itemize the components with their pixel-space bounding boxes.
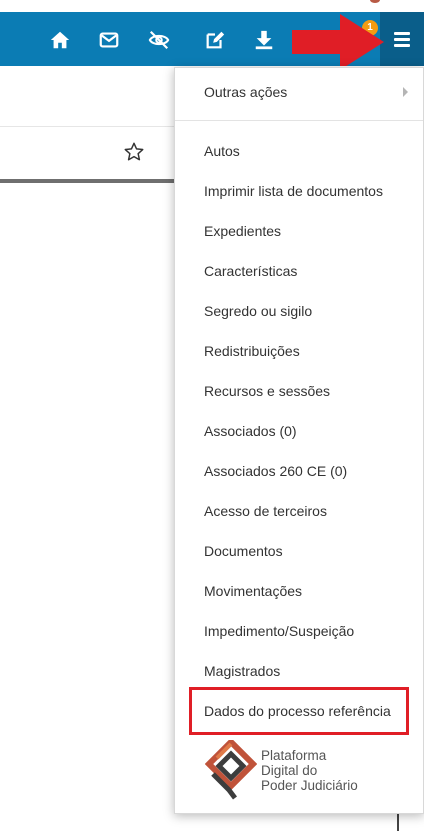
- dropdown-menu: Outras ações Autos Imprimir lista de doc…: [174, 67, 424, 814]
- menu-item-caracteristicas[interactable]: Características: [204, 263, 297, 279]
- menu-item-movimentacoes[interactable]: Movimentações: [204, 583, 302, 599]
- menu-item-expedientes[interactable]: Expedientes: [204, 223, 281, 239]
- edit-icon[interactable]: [204, 29, 226, 51]
- star-icon[interactable]: [123, 141, 145, 163]
- menu-toggle-button[interactable]: [380, 12, 424, 66]
- favicon-icon: [370, 0, 380, 3]
- menu-item-segredo-sigilo[interactable]: Segredo ou sigilo: [204, 303, 312, 319]
- pdpj-logo-text: Plataforma Digital do Poder Judiciário: [261, 748, 358, 793]
- submenu-caret-icon: [403, 87, 408, 97]
- download-icon[interactable]: [253, 29, 275, 51]
- menu-item-associados[interactable]: Associados (0): [204, 423, 297, 439]
- logo-line2: Digital do: [261, 763, 318, 778]
- envelope-icon[interactable]: [98, 29, 120, 51]
- red-arrow-annotation: [292, 14, 384, 70]
- content-divider: [0, 179, 186, 183]
- menu-item-imprimir-lista[interactable]: Imprimir lista de documentos: [204, 183, 383, 199]
- menu-divider: [175, 120, 423, 121]
- menu-item-impedimento-suspeicao[interactable]: Impedimento/Suspeição: [204, 623, 354, 639]
- pdpj-logo-icon: [204, 737, 258, 800]
- logo-line3: Poder Judiciário: [261, 778, 358, 793]
- eye-slash-icon[interactable]: [148, 29, 170, 51]
- menu-item-autos[interactable]: Autos: [204, 143, 240, 159]
- browser-top-strip: [0, 0, 424, 12]
- logo-line1: Plataforma: [261, 748, 327, 763]
- menu-item-recursos-sessoes[interactable]: Recursos e sessões: [204, 383, 330, 399]
- menu-item-documentos[interactable]: Documentos: [204, 543, 283, 559]
- menu-item-acesso-terceiros[interactable]: Acesso de terceiros: [204, 503, 327, 519]
- menu-item-associados-260ce[interactable]: Associados 260 CE (0): [204, 463, 347, 479]
- menu-item-outras-acoes[interactable]: Outras ações: [204, 84, 287, 100]
- red-highlight-annotation: [189, 687, 409, 735]
- home-icon[interactable]: [49, 29, 71, 51]
- pdpj-logo: Plataforma Digital do Poder Judiciário: [204, 737, 405, 802]
- menu-item-magistrados[interactable]: Magistrados: [204, 663, 280, 679]
- menu-item-redistribuicoes[interactable]: Redistribuições: [204, 343, 300, 359]
